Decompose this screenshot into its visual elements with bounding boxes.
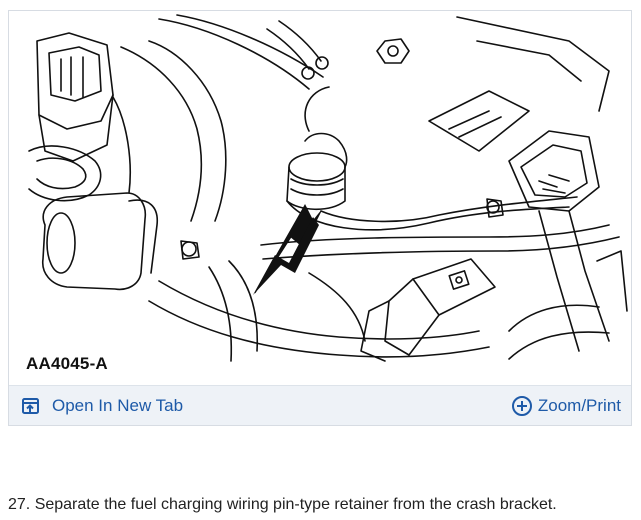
plus-circle-icon	[511, 395, 533, 417]
open-new-tab-button[interactable]: Open In New Tab	[20, 386, 183, 425]
figure-code: AA4045-A	[24, 354, 110, 374]
open-new-tab-label: Open In New Tab	[52, 395, 184, 415]
figure-toolbar: Open In New Tab Zoom/Print	[9, 385, 631, 425]
engine-diagram[interactable]: AA4045-A	[9, 11, 631, 385]
open-new-tab-icon	[20, 395, 42, 417]
engine-line-drawing	[28, 14, 628, 362]
zoom-print-button[interactable]: Zoom/Print	[511, 386, 621, 425]
step-instruction: 27. Separate the fuel charging wiring pi…	[8, 496, 557, 513]
zoom-print-label: Zoom/Print	[537, 395, 621, 415]
figure-card: AA4045-A Open In New Tab Zoom/Print	[8, 10, 632, 426]
